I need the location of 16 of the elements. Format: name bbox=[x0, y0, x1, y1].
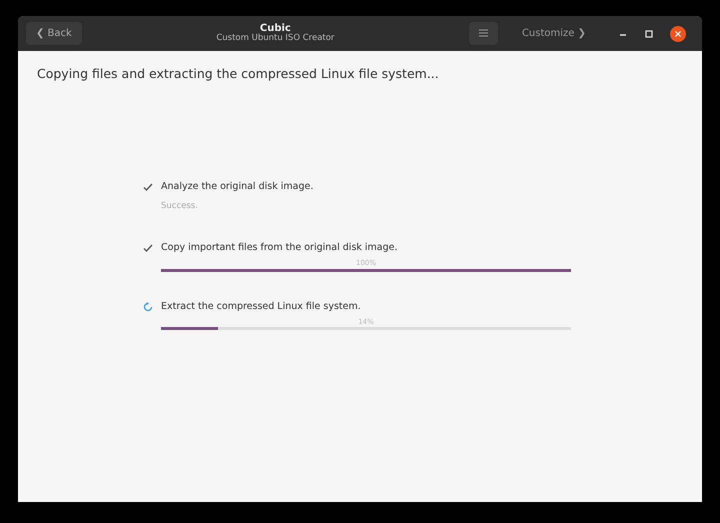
window-title: Cubic bbox=[260, 23, 291, 34]
check-icon bbox=[143, 182, 153, 192]
step-label: Copy important files from the original disk image. bbox=[161, 240, 398, 255]
back-button[interactable]: ❮ Back bbox=[26, 22, 82, 45]
close-icon[interactable] bbox=[670, 26, 686, 42]
customize-button[interactable]: Customize ❯ bbox=[514, 22, 594, 45]
spinner-icon bbox=[143, 302, 153, 312]
step-label: Analyze the original disk image. bbox=[161, 180, 314, 194]
menu-icon bbox=[478, 29, 488, 38]
menu-button[interactable] bbox=[468, 22, 498, 45]
page-heading: Copying files and extracting the compressed Linux file system... bbox=[36, 65, 440, 83]
step-label: Extract the compressed Linux file system. bbox=[161, 300, 361, 314]
step-status: Success. bbox=[161, 200, 199, 213]
maximize-icon[interactable] bbox=[644, 28, 654, 38]
window-subtitle: Custom Ubuntu ISO Creator bbox=[215, 34, 336, 44]
check-icon bbox=[143, 242, 153, 253]
